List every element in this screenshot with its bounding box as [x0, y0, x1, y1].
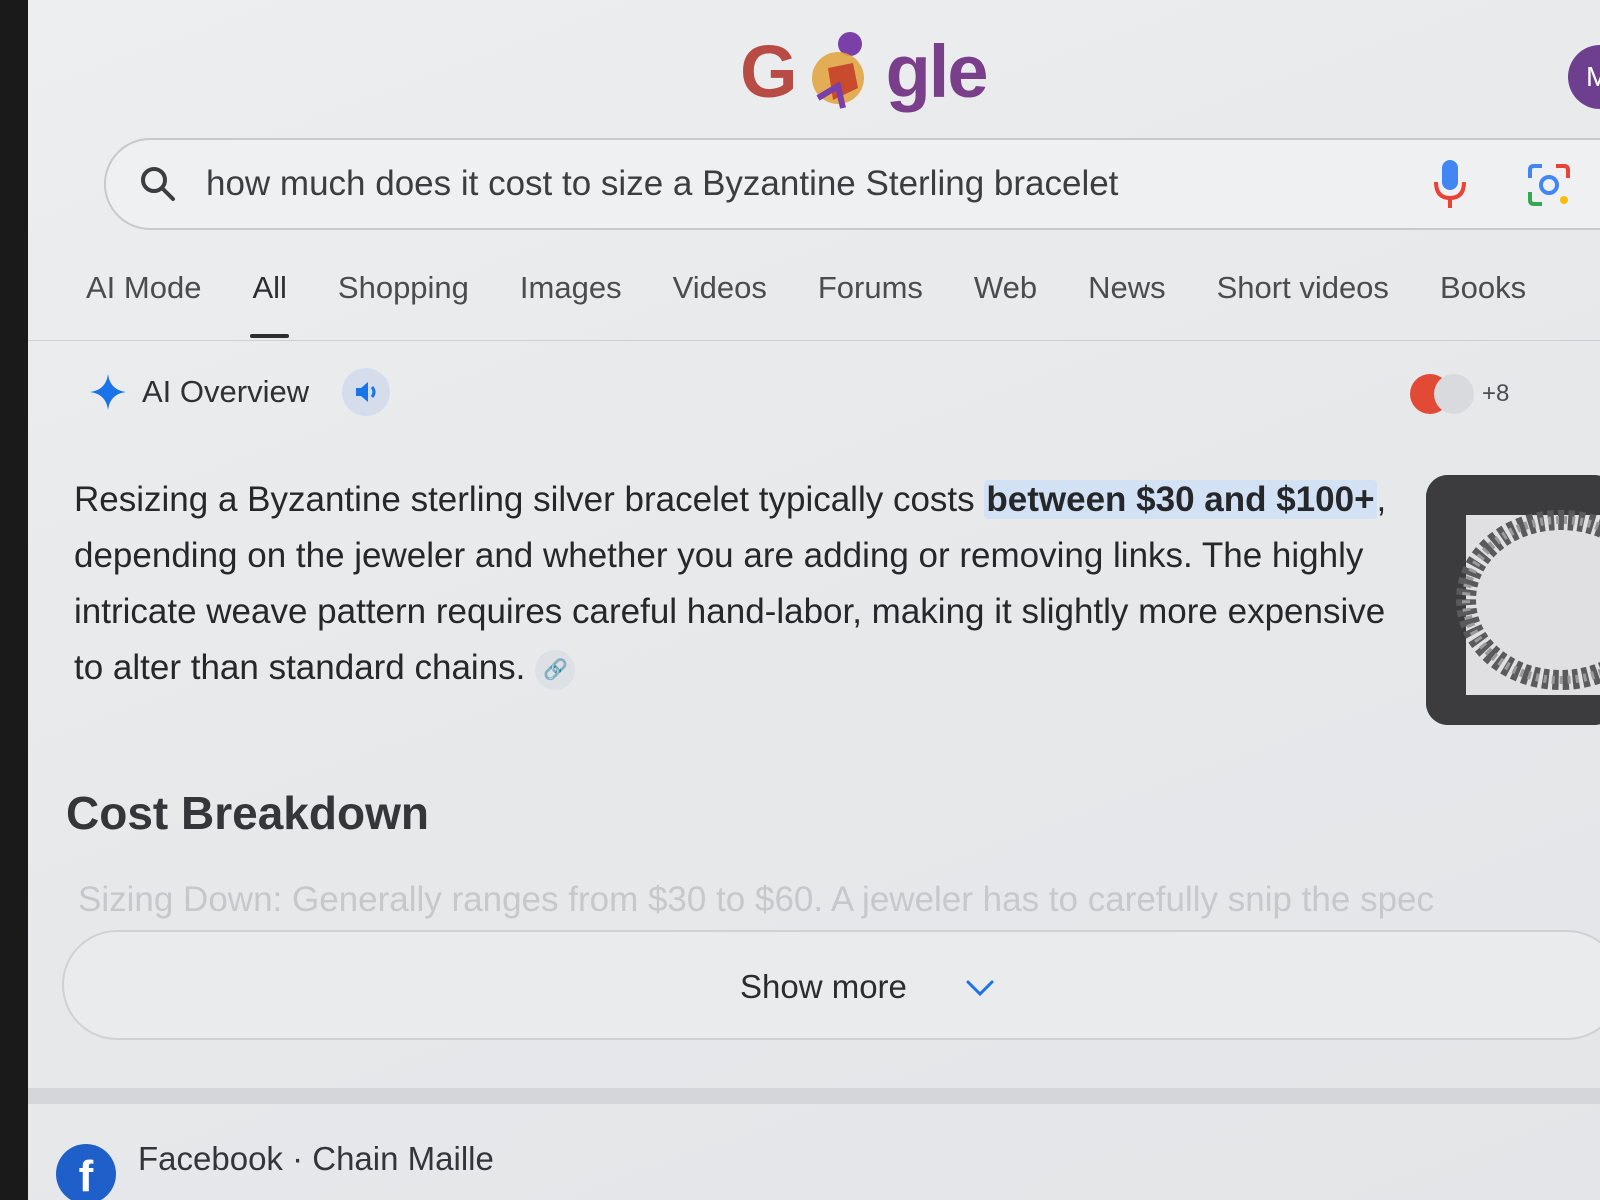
listen-button[interactable] — [342, 368, 390, 416]
source-count: +8 — [1482, 380, 1510, 407]
ai-answer-text: Resizing a Byzantine sterling silver bra… — [74, 472, 1414, 696]
show-more-label: Show more — [740, 968, 907, 1005]
google-doodle-logo[interactable]: G gle — [740, 26, 989, 116]
ai-sparkle-icon — [90, 374, 126, 410]
chevron-down-icon — [966, 980, 994, 997]
search-bar — [104, 138, 1600, 230]
tab-forums[interactable]: Forums — [818, 270, 923, 320]
logo-rest-letters: gle — [885, 29, 989, 113]
search-icon[interactable] — [138, 164, 178, 204]
tab-ai-mode[interactable]: AI Mode — [86, 270, 201, 320]
lens-icon[interactable] — [1526, 162, 1572, 208]
ai-overview-title: AI Overview — [142, 374, 310, 409]
cost-breakdown-heading: Cost Breakdown — [66, 787, 429, 839]
facebook-icon: f — [56, 1144, 116, 1200]
bracelet-thumbnail[interactable] — [1426, 475, 1600, 725]
tab-news[interactable]: News — [1088, 270, 1166, 320]
tab-books[interactable]: Books — [1440, 270, 1526, 320]
tab-images[interactable]: Images — [520, 270, 622, 320]
tab-videos[interactable]: Videos — [673, 270, 767, 320]
tab-all[interactable]: All — [250, 270, 290, 338]
show-more-button[interactable]: Show more — [62, 930, 1600, 1040]
answer-pre: Resizing a Byzantine sterling silver bra… — [74, 480, 985, 519]
tab-shopping[interactable]: Shopping — [338, 270, 469, 320]
answer-highlight: between $30 and $100+ — [984, 480, 1377, 519]
section-divider — [28, 1088, 1600, 1104]
search-input[interactable] — [206, 158, 1386, 210]
faded-list-item: Sizing Down: Generally ranges from $30 t… — [78, 880, 1435, 919]
logo-first-letter: G — [740, 29, 798, 113]
soccer-player-doodle-icon — [811, 32, 864, 109]
search-tabs: AI Mode All Shopping Images Videos Forum… — [86, 270, 1577, 338]
ai-sources[interactable]: +8 — [1410, 372, 1509, 416]
mic-icon[interactable] — [1428, 158, 1472, 210]
account-avatar[interactable]: M — [1568, 45, 1600, 109]
browser-screen: G gle M AI Mode All Shop — [28, 0, 1600, 1200]
result-source[interactable]: Facebook · Chain Maille — [138, 1140, 494, 1178]
web-source-icon — [1434, 374, 1474, 414]
tab-web[interactable]: Web — [974, 270, 1037, 320]
speaker-icon — [356, 382, 376, 402]
link-icon[interactable]: 🔗 — [535, 649, 576, 690]
bracelet-image — [1426, 475, 1600, 725]
tabs-divider — [28, 340, 1600, 341]
tab-short-videos[interactable]: Short videos — [1217, 270, 1389, 320]
